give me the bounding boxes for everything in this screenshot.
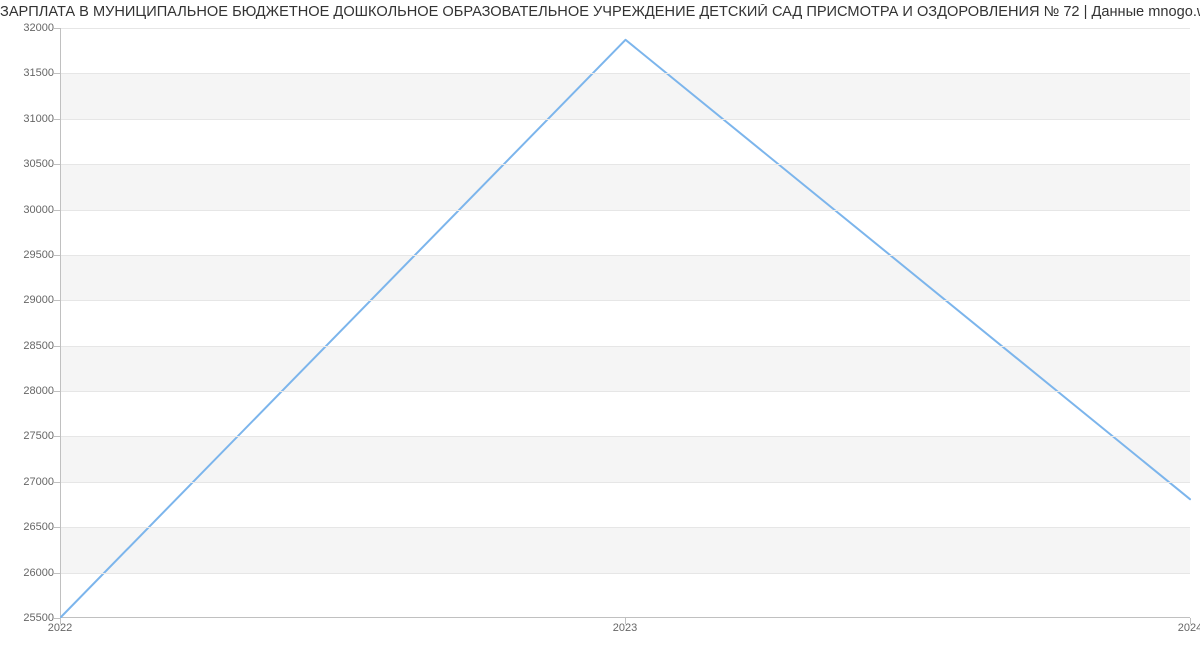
chart-title: ЗАРПЛАТА В МУНИЦИПАЛЬНОЕ БЮДЖЕТНОЕ ДОШКО… (0, 4, 1200, 20)
y-tick-mark (54, 527, 60, 528)
y-tick-mark (54, 255, 60, 256)
gridline (61, 255, 1190, 256)
y-tick-label: 27000 (23, 476, 54, 488)
x-tick-mark (625, 618, 626, 624)
gridline (61, 28, 1190, 29)
y-tick-mark (54, 573, 60, 574)
gridline (61, 573, 1190, 574)
x-tick-mark (1190, 618, 1191, 624)
y-tick-mark (54, 391, 60, 392)
gridline (61, 210, 1190, 211)
y-tick-label: 31000 (23, 113, 54, 125)
y-tick-label: 30000 (23, 204, 54, 216)
y-tick-mark (54, 28, 60, 29)
gridline (61, 164, 1190, 165)
y-tick-label: 28000 (23, 385, 54, 397)
plot-area (60, 28, 1190, 618)
x-tick-mark (60, 618, 61, 624)
y-tick-label: 28500 (23, 340, 54, 352)
y-tick-mark (54, 346, 60, 347)
x-tick-label: 2024 (1178, 622, 1200, 634)
gridline (61, 73, 1190, 74)
y-tick-label: 30500 (23, 158, 54, 170)
y-tick-label: 29000 (23, 294, 54, 306)
gridline (61, 527, 1190, 528)
y-tick-mark (54, 73, 60, 74)
gridline (61, 391, 1190, 392)
y-tick-label: 29500 (23, 249, 54, 261)
salary-line-chart: ЗАРПЛАТА В МУНИЦИПАЛЬНОЕ БЮДЖЕТНОЕ ДОШКО… (0, 0, 1200, 650)
y-tick-label: 26000 (23, 567, 54, 579)
y-tick-label: 31500 (23, 67, 54, 79)
gridline (61, 346, 1190, 347)
y-tick-mark (54, 119, 60, 120)
y-tick-mark (54, 300, 60, 301)
y-tick-mark (54, 482, 60, 483)
y-tick-mark (54, 436, 60, 437)
line-series (61, 28, 1190, 617)
gridline (61, 300, 1190, 301)
y-tick-label: 26500 (23, 521, 54, 533)
y-tick-label: 27500 (23, 430, 54, 442)
y-tick-mark (54, 164, 60, 165)
gridline (61, 436, 1190, 437)
gridline (61, 119, 1190, 120)
y-tick-label: 32000 (23, 22, 54, 34)
gridline (61, 482, 1190, 483)
y-tick-mark (54, 210, 60, 211)
